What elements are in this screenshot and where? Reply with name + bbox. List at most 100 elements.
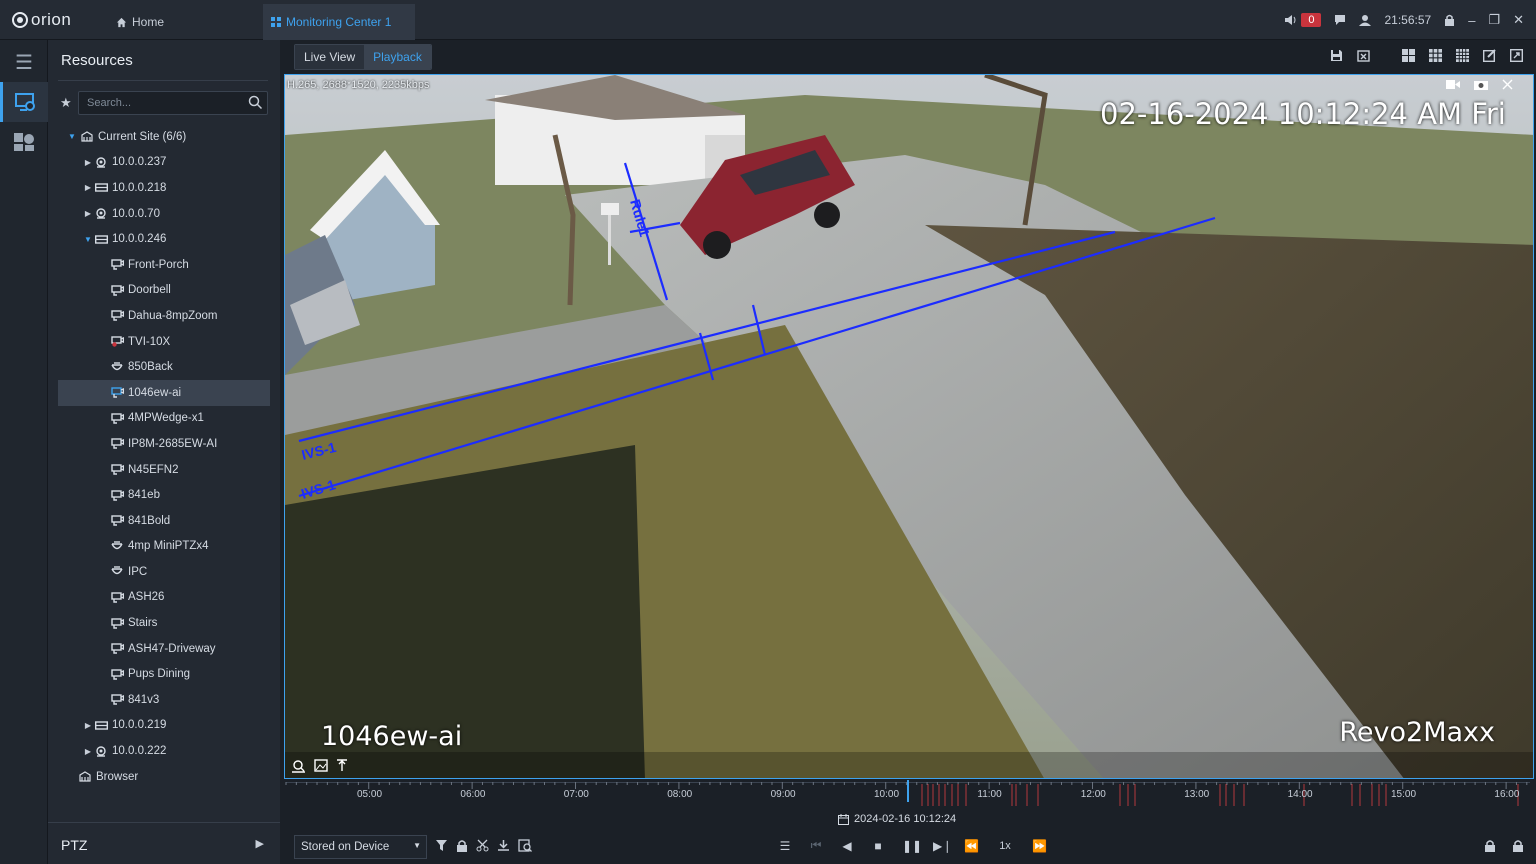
nvr-box-icon [94, 233, 108, 245]
favorites-star-icon[interactable]: ★ [60, 95, 72, 111]
layout-16-icon[interactable] [1455, 48, 1470, 63]
ptz-panel-header[interactable]: PTZ ▶ [48, 822, 280, 864]
tree-item-camera[interactable]: IPC [58, 559, 270, 585]
tree-item-camera[interactable]: ASH47-Driveway [58, 636, 270, 662]
speed-up-icon[interactable]: ⏩ [1032, 839, 1047, 853]
pause-icon[interactable]: ❚❚ [902, 839, 922, 853]
user-icon[interactable] [1359, 14, 1372, 26]
expand-right-icon[interactable]: ▶ [82, 209, 94, 218]
search-icon[interactable] [248, 95, 263, 110]
reverse-play-icon[interactable]: ◀ [840, 839, 854, 853]
tree-item-label: 10.0.0.70 [112, 207, 160, 220]
tree-item-camera[interactable]: ASH26 [58, 585, 270, 611]
tree-item-device[interactable]: ▶ 10.0.0.70 [58, 201, 270, 227]
smart-search-icon[interactable] [291, 759, 306, 773]
close-video-icon[interactable] [1502, 79, 1513, 90]
search-input[interactable]: Search... [78, 91, 268, 115]
storage-value: Stored on Device [301, 841, 390, 853]
close-button[interactable]: ✕ [1513, 12, 1524, 28]
tree-item-camera[interactable]: 841v3 [58, 687, 270, 713]
tree-item-device[interactable]: ▶ 10.0.0.218 [58, 175, 270, 201]
tree-item-camera[interactable]: Dahua-8mpZoom [58, 303, 270, 329]
tree-item-device[interactable]: ▶ 10.0.0.237 [58, 150, 270, 176]
tree-item-camera[interactable]: Pups Dining [58, 661, 270, 687]
restore-button[interactable]: ❐ [1488, 12, 1500, 28]
tree-item-device[interactable]: ▶ 10.0.0.219 [58, 713, 270, 739]
stop-icon[interactable]: ■ [871, 839, 885, 853]
home-tab[interactable]: Home [116, 15, 164, 29]
tree-item-label: 850Back [128, 361, 173, 374]
playback-timeline[interactable]: 05:00 06:00 07:00 08:00 09:00 10:00 11:00 12:00… [282, 780, 1536, 830]
image-icon[interactable] [314, 759, 328, 772]
expand-right-icon[interactable]: ▶ [82, 721, 94, 730]
next-frame-icon[interactable]: ▶❘ [933, 839, 952, 853]
slow-down-icon[interactable]: ⏪ [964, 839, 979, 853]
expand-right-icon[interactable]: ▶ [82, 747, 94, 756]
tree-item-device[interactable]: ▼ 10.0.0.246 [58, 226, 270, 252]
layout-4-icon[interactable] [1401, 48, 1416, 63]
record-icon[interactable] [1446, 79, 1460, 90]
lock-icon[interactable] [1444, 14, 1455, 26]
nvr-box-icon [94, 182, 108, 194]
tree-item-group[interactable]: Browser [58, 764, 270, 790]
expand-right-icon[interactable]: ▶ [82, 183, 94, 192]
tree-item-camera[interactable]: Front-Porch [58, 252, 270, 278]
chevron-down-icon: ▼ [413, 841, 421, 850]
search-record-icon[interactable] [518, 839, 532, 852]
scissors-icon[interactable] [476, 839, 489, 852]
menu-icon[interactable]: ☰ [0, 42, 48, 82]
tab-live-view[interactable]: Live View [295, 45, 365, 69]
main-area: Live View Playback Rule1 IVS-1 IVS-1 H.2… [282, 40, 1536, 864]
previous-frame-icon[interactable]: ⏮ [809, 838, 823, 853]
view-mode-tabs: Live View Playback [294, 44, 432, 70]
expand-down-icon[interactable]: ▼ [82, 235, 94, 244]
snapshot-icon[interactable] [1474, 79, 1488, 90]
tree-item-label: 10.0.0.246 [112, 233, 167, 246]
video-window[interactable]: Rule1 IVS-1 IVS-1 H.265, 2688*1520, 2235… [284, 74, 1534, 779]
timeline-tick-label: 16:00 [1494, 789, 1520, 800]
tree-item-camera[interactable]: 841Bold [58, 508, 270, 534]
monitor-icon[interactable] [0, 82, 48, 122]
lock-icon[interactable] [1512, 839, 1524, 852]
tab-monitoring-center[interactable]: Monitoring Center 1 [263, 4, 415, 40]
tree-item-camera[interactable]: 850Back [58, 354, 270, 380]
message-icon[interactable] [1334, 14, 1346, 26]
osd-camera-name: 1046ew-ai [321, 721, 463, 752]
tree-item-camera[interactable]: N45EFN2 [58, 457, 270, 483]
tree-item-device[interactable]: ▶ 10.0.0.222 [58, 738, 270, 764]
camera-icon [110, 489, 124, 501]
tab-playback[interactable]: Playback [364, 45, 431, 69]
map-icon[interactable] [0, 122, 48, 162]
tree-item-camera[interactable]: Stairs [58, 610, 270, 636]
save-icon[interactable] [1329, 48, 1344, 63]
fullscreen-icon[interactable] [1509, 48, 1524, 63]
storage-select[interactable]: Stored on Device ▼ [294, 835, 427, 859]
timeline-cursor[interactable] [907, 780, 909, 802]
tree-item-camera[interactable]: 4mp MiniPTZx4 [58, 534, 270, 560]
tree-item-camera[interactable]: IP8M-2685EW-AI [58, 431, 270, 457]
camera-icon [110, 617, 124, 629]
download-icon[interactable] [497, 839, 510, 852]
expand-down-icon[interactable]: ▼ [66, 132, 78, 141]
tree-item-camera[interactable]: 841eb [58, 482, 270, 508]
camera-icon [110, 464, 124, 476]
speed-value: 1x [999, 839, 1011, 852]
calendar-icon[interactable] [838, 813, 849, 825]
sync-lock-icon[interactable] [1484, 839, 1496, 852]
tree-item-camera[interactable]: TVI-10X [58, 329, 270, 355]
tree-item-camera[interactable]: 4MPWedge-x1 [58, 406, 270, 432]
tree-item-group[interactable]: ▼ Current Site (6/6) [58, 124, 270, 150]
filter-icon[interactable] [435, 839, 448, 852]
tree-item-label: ASH47-Driveway [128, 642, 216, 655]
close-all-icon[interactable] [1356, 48, 1371, 63]
edit-layout-icon[interactable] [1482, 48, 1497, 63]
pin-icon[interactable] [336, 759, 348, 772]
layout-9-icon[interactable] [1428, 48, 1443, 63]
alarm-sound-button[interactable]: 0 [1284, 13, 1322, 27]
lock-icon[interactable] [456, 839, 468, 852]
expand-right-icon[interactable]: ▶ [82, 158, 94, 167]
tree-item-camera[interactable]: Doorbell [58, 278, 270, 304]
settings-sliders-icon[interactable]: ☰ [778, 839, 792, 853]
minimize-button[interactable]: – [1468, 13, 1475, 28]
tree-item-camera[interactable]: 1046ew-ai [58, 379, 270, 406]
